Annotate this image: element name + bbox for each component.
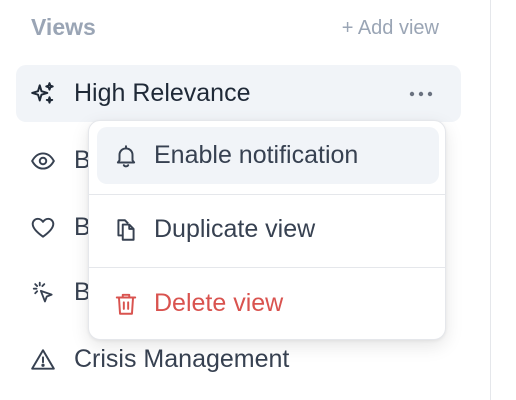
delete-view-menu-item[interactable]: Delete view — [97, 275, 439, 332]
trash-icon — [113, 291, 139, 317]
warning-triangle-icon — [30, 347, 56, 373]
view-item-high-relevance[interactable]: High Relevance — [16, 65, 461, 122]
duplicate-view-menu-item[interactable]: Duplicate view — [97, 201, 439, 258]
copy-icon — [113, 217, 139, 243]
click-cursor-icon — [30, 280, 56, 306]
add-view-button[interactable]: + Add view — [342, 17, 439, 40]
menu-divider — [89, 267, 445, 268]
sparkles-icon — [30, 81, 56, 107]
panel-divider — [490, 0, 491, 400]
heart-icon — [30, 215, 56, 241]
bell-icon — [113, 143, 139, 169]
menu-item-label: Delete view — [154, 289, 284, 317]
views-header: Views + Add view — [31, 14, 451, 44]
view-item-label: High Relevance — [74, 79, 251, 107]
views-title: Views — [31, 14, 96, 40]
menu-item-label: Enable notification — [154, 141, 359, 169]
ellipsis-icon[interactable] — [407, 81, 435, 107]
eye-icon — [30, 148, 56, 174]
menu-item-label: Duplicate view — [154, 215, 316, 243]
view-context-menu: Enable notification Duplicate view Delet… — [88, 120, 446, 340]
menu-divider — [89, 194, 445, 195]
view-item-label: Crisis Management — [74, 345, 290, 373]
enable-notification-menu-item[interactable]: Enable notification — [97, 127, 439, 184]
